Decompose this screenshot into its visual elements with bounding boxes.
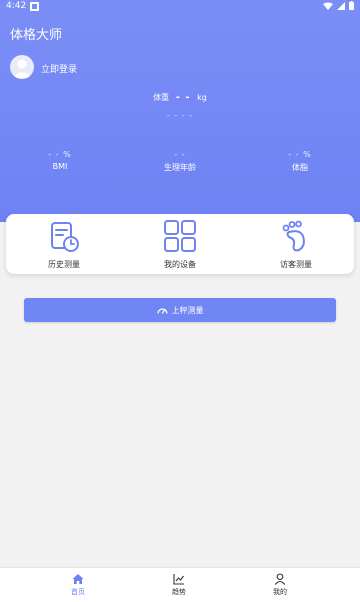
home-icon — [72, 574, 84, 584]
tab-mine[interactable]: 我的 — [240, 568, 320, 602]
tab-trend-label: 趋势 — [172, 588, 186, 596]
notification-icon — [30, 2, 39, 11]
app-title: 体格大师 — [10, 28, 63, 43]
trend-chart-icon — [173, 574, 184, 585]
weight-value: - - — [175, 92, 191, 103]
metrics-row: - - % BMI - - 生理年龄 - - % 体脂 — [0, 150, 360, 178]
footprint-icon — [282, 220, 305, 252]
metric-physio-age-label: 生理年龄 — [164, 163, 196, 172]
signal-icon — [337, 1, 345, 10]
my-devices-button[interactable]: 我的设备 — [122, 214, 238, 274]
history-icon — [51, 222, 79, 252]
metric-body-fat-label: 体脂 — [292, 163, 308, 172]
weight-label: 体重 — [153, 93, 170, 102]
metric-bmi: - - % BMI — [20, 150, 100, 171]
metric-bmi-label: BMI — [52, 162, 68, 171]
visitor-measure-button[interactable]: 访客测量 — [238, 214, 354, 274]
default-avatar-icon — [13, 59, 31, 78]
status-bar: 4:42 — [0, 0, 360, 14]
quick-actions-card: 历史测量 我的设备 访客测量 — [6, 214, 354, 274]
metric-body-fat: - - % 体脂 — [260, 150, 340, 173]
weight-secondary: - - - - — [166, 111, 194, 120]
status-icons — [323, 1, 354, 10]
status-time: 4:42 — [6, 1, 27, 11]
login-link[interactable]: 立即登录 — [41, 62, 77, 75]
tab-home-label: 首页 — [71, 588, 85, 596]
wifi-icon — [323, 2, 333, 10]
metric-body-fat-value: - - % — [288, 150, 312, 159]
bottom-tab-bar: 首页 趋势 我的 — [0, 567, 360, 602]
weight-unit: kg — [197, 93, 207, 102]
gauge-icon — [156, 308, 168, 314]
visitor-measure-label: 访客测量 — [280, 260, 312, 269]
tab-trend[interactable]: 趋势 — [139, 568, 219, 602]
devices-grid-icon — [164, 220, 196, 252]
metric-bmi-value: - - % — [48, 150, 72, 159]
history-measure-label: 历史测量 — [48, 260, 80, 269]
history-measure-button[interactable]: 历史测量 — [6, 214, 122, 274]
tab-home[interactable]: 首页 — [38, 568, 118, 602]
weight-display: 体重 - - kg — [0, 92, 360, 103]
metric-physio-age-value: - - — [174, 150, 186, 159]
scale-measure-button[interactable]: 上秤测量 — [24, 298, 336, 322]
battery-icon — [349, 1, 354, 10]
tab-mine-label: 我的 — [273, 588, 287, 596]
person-icon — [274, 573, 286, 585]
scale-measure-label: 上秤测量 — [171, 305, 204, 315]
avatar[interactable] — [10, 55, 34, 79]
my-devices-label: 我的设备 — [164, 260, 196, 269]
metric-physio-age: - - 生理年龄 — [140, 150, 220, 173]
